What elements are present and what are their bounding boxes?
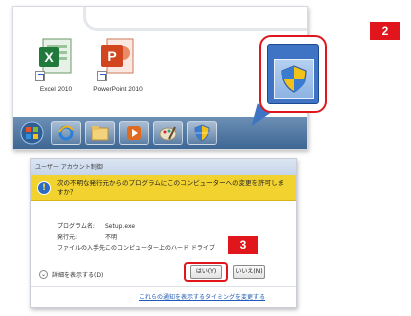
step-badge-3: 3 xyxy=(228,236,258,254)
zoomed-taskbar-button[interactable] xyxy=(267,44,319,104)
zoom-window-frame xyxy=(274,59,314,99)
info-value: Setup.exe xyxy=(105,223,136,230)
chevron-down-icon: ⌄ xyxy=(39,270,48,279)
uac-warning-banner: ! 次の不明な発行元からのプログラムにこのコンピューターへの変更を許可しますか？ xyxy=(31,175,296,201)
excel-icon: X xyxy=(35,37,75,81)
uac-shield-taskbar-icon[interactable] xyxy=(187,121,217,145)
info-value: このコンピューター上のハード ドライブ xyxy=(105,245,215,252)
show-details-label: 詳細を表示する(D) xyxy=(52,272,104,279)
uac-dialog: ユーザー アカウント制御 ! 次の不明な発行元からのプログラムにこのコンピュータ… xyxy=(30,158,297,308)
info-key: ファイルの入手先: xyxy=(57,245,108,252)
excel-shortcut[interactable]: X Excel 2010 xyxy=(21,37,91,93)
uac-shield-icon xyxy=(281,65,307,93)
start-orb-icon[interactable] xyxy=(17,121,47,145)
folder-icon[interactable] xyxy=(85,121,115,145)
info-row-publisher: 発行元: 不明 xyxy=(57,232,117,241)
svg-text:P: P xyxy=(107,48,116,64)
info-value: 不明 xyxy=(105,234,118,241)
uac-titlebar: ユーザー アカウント制御 xyxy=(31,159,296,175)
divider xyxy=(31,286,296,287)
uac-title: ユーザー アカウント制御 xyxy=(35,164,103,171)
info-key: 発行元: xyxy=(57,234,78,241)
excel-label: Excel 2010 xyxy=(39,86,73,93)
no-button[interactable]: いいえ(N) xyxy=(233,265,265,279)
info-row-program: プログラム名: Setup.exe xyxy=(57,221,135,230)
info-row-origin: ファイルの入手先:このコンピューター上のハード ドライブ xyxy=(57,243,215,252)
shield-zoom-highlight xyxy=(259,35,327,113)
show-details-toggle[interactable]: ⌄ 詳細を表示する(D) xyxy=(39,270,103,279)
svg-text:X: X xyxy=(44,49,54,65)
powerpoint-icon: P xyxy=(97,37,137,81)
uac-warning-text: 次の不明な発行元からのプログラムにこのコンピューターへの変更を許可しますか？ xyxy=(57,179,285,196)
powerpoint-shortcut[interactable]: P PowerPoint 2010 xyxy=(83,37,153,93)
step-badge-2: 2 xyxy=(370,22,400,40)
window-edge xyxy=(83,7,307,31)
paint-icon[interactable] xyxy=(153,121,183,145)
shortcut-arrow-icon xyxy=(35,71,45,81)
screenshot-root: X Excel 2010 P PowerPoint 2010 2 ユーザー アカ… xyxy=(0,0,411,316)
info-key: プログラム名: xyxy=(57,223,95,230)
powerpoint-label: PowerPoint 2010 xyxy=(93,86,143,93)
notification-settings-link[interactable]: これらの通知を表示するタイミングを変更する xyxy=(139,292,265,301)
yes-button-highlight xyxy=(184,262,228,282)
uac-warning-icon: ! xyxy=(37,181,51,195)
shortcut-arrow-icon xyxy=(97,71,107,81)
internet-explorer-icon[interactable] xyxy=(51,121,81,145)
media-player-icon[interactable] xyxy=(119,121,149,145)
